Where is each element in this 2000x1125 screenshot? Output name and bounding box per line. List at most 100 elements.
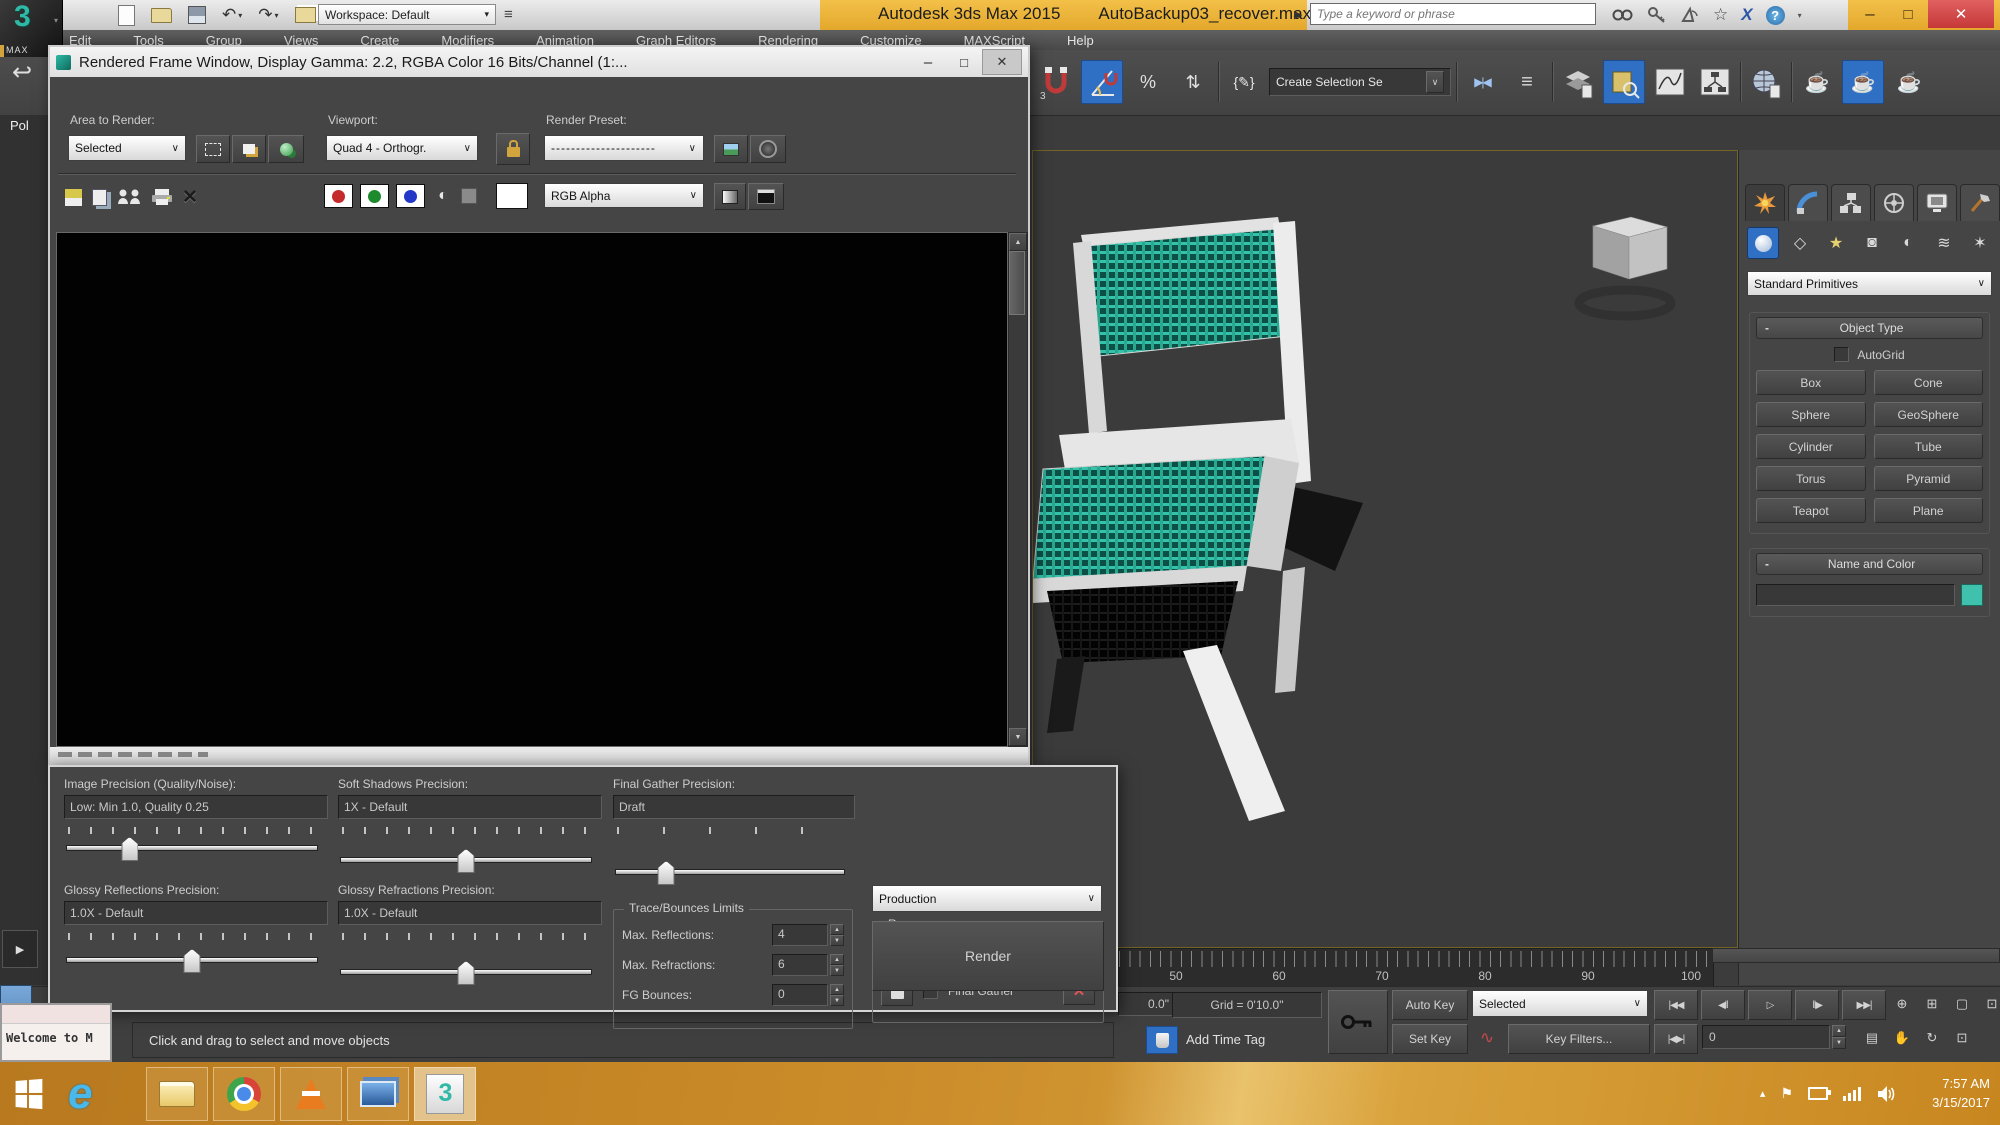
help-icon[interactable]: ? [1766,6,1785,25]
render-iterative-icon[interactable]: ☕ [1889,61,1929,103]
pan-hand-icon[interactable]: ✋ [1888,1024,1916,1052]
curve-editor-icon[interactable] [1650,61,1690,103]
viewcube[interactable] [1593,217,1667,279]
vlc-button[interactable] [280,1067,342,1121]
render-setup-button[interactable] [750,135,786,163]
communication-center-icon[interactable] [1680,6,1700,24]
restore-button[interactable]: □ [1890,0,1926,28]
redo-button[interactable]: ↷ ▾ [258,5,278,25]
go-to-end-button[interactable]: ▶▶| [1842,990,1886,1020]
scroll-down-arrow[interactable]: ▼ [1009,728,1027,746]
flyout-arrow-button[interactable]: ▶ [2,930,38,968]
current-frame-field[interactable]: 0 [1702,1025,1830,1049]
isolate-toggle-button[interactable] [1146,1026,1178,1054]
snap-toggle-icon[interactable]: 3 [1036,61,1076,103]
slider-thumb[interactable] [458,961,475,985]
undo-button[interactable]: ↶ ▾ [222,5,242,25]
file-explorer-button[interactable] [146,1067,208,1121]
infocenter-expand-icon[interactable]: ▶ [1294,8,1302,21]
spinner-up[interactable] [830,924,844,935]
layer-manager-icon[interactable] [1558,61,1598,103]
geosphere-button[interactable]: GeoSphere [1874,402,1984,427]
tab-utilities[interactable] [1960,184,2000,221]
clone-window-icon[interactable] [116,188,142,206]
name-color-rollout-header[interactable]: - Name and Color [1756,553,1983,575]
project-folder-icon[interactable] [295,7,316,23]
schematic-view-icon[interactable] [1695,61,1735,103]
zoom-extents-icon[interactable]: ⊞ [1918,990,1946,1018]
rendered-frame-window-icon[interactable]: ☕ [1797,61,1837,103]
sphere-button[interactable]: Sphere [1756,402,1866,427]
teapot-button[interactable]: Teapot [1756,498,1866,523]
key-mode-toggle-button[interactable]: |◀▶| [1654,1024,1698,1054]
pyramid-button[interactable]: Pyramid [1874,466,1984,491]
play-button[interactable]: ▷ [1748,990,1792,1020]
cylinder-button[interactable]: Cylinder [1756,434,1866,459]
max-reflections-field[interactable]: 4 [772,924,828,946]
chrome-button[interactable] [213,1067,275,1121]
slider-thumb[interactable] [184,949,201,973]
favorites-icon[interactable]: ☆ [1713,5,1728,25]
action-center-icon[interactable]: ⚑ [1780,1085,1793,1102]
render-setup-icon[interactable] [1746,61,1786,103]
rfw-minimize-button[interactable]: – [910,50,946,74]
align-icon[interactable]: ≡ [1507,61,1547,103]
slider-thumb[interactable] [458,849,475,873]
viewcube-ring[interactable] [1579,290,1671,316]
viewport[interactable] [1032,150,1738,948]
autogrid-checkbox[interactable] [1834,347,1849,362]
previous-frame-button[interactable]: ◀‖ [1701,990,1745,1020]
toolbar-back-arrow-icon[interactable]: ↩ [12,58,32,87]
set-key-button[interactable]: Set Key [1392,1024,1468,1054]
workspace-dropdown[interactable]: Workspace: Default ▾ [318,4,496,25]
cone-button[interactable]: Cone [1874,370,1984,395]
angle-snap-icon[interactable] [1081,60,1123,104]
lock-viewport-button[interactable] [496,133,530,165]
remote-desktop-button[interactable] [347,1067,409,1121]
mini-curve-editor-icon[interactable]: ▤ [1858,1024,1886,1052]
mono-channel-button[interactable]: ◐ [432,187,454,205]
spinner-down[interactable] [830,995,844,1006]
render-production-icon[interactable]: ☕ [1842,60,1884,104]
start-button[interactable] [16,1078,43,1108]
next-frame-button[interactable]: ‖▶ [1795,990,1839,1020]
maximize-viewport-icon[interactable]: ⊡ [1948,1024,1976,1052]
shapes-category-icon[interactable]: ◇ [1785,228,1815,258]
red-channel-button[interactable] [324,184,353,208]
exchange-icon[interactable]: X [1741,5,1752,25]
minimize-button[interactable]: – [1852,0,1888,28]
power-icon[interactable] [1808,1087,1828,1100]
go-to-start-button[interactable]: |◀◀ [1654,990,1698,1020]
color-correct-button[interactable] [714,183,746,210]
spinner-snap-icon[interactable]: ⇅ [1173,61,1213,103]
plane-button[interactable]: Plane [1874,498,1984,523]
workspace-menu-icon[interactable]: ≡ [504,6,513,23]
render-preset-dropdown[interactable]: --------------------- [544,135,704,161]
auto-key-button[interactable]: Auto Key [1392,990,1468,1020]
max-taskbar-button[interactable]: 3 [414,1067,476,1121]
fg-bounces-field[interactable]: 0 [772,984,828,1006]
render-button[interactable]: Render [872,921,1104,991]
viewport-dropdown[interactable]: Quad 4 - Orthogr. [326,135,478,161]
selection-set-field[interactable]: Create Selection Se ∨ [1269,68,1451,96]
scroll-thumb[interactable] [1009,251,1025,315]
channel-display-dropdown[interactable]: RGB Alpha [544,183,704,208]
save-icon[interactable] [188,6,206,24]
spinner-up[interactable] [830,954,844,965]
tube-button[interactable]: Tube [1874,434,1984,459]
search-icon[interactable] [1612,6,1634,24]
soft-shadows-slider[interactable] [340,857,592,863]
tab-display[interactable] [1917,184,1957,221]
torus-button[interactable]: Torus [1756,466,1866,491]
spinner-down[interactable] [830,965,844,976]
fov-icon[interactable]: ⊡ [1978,990,2000,1018]
spacewarps-category-icon[interactable]: ≋ [1929,228,1959,258]
blue-channel-button[interactable] [396,184,425,208]
tray-expand-icon[interactable]: ▴ [1760,1087,1766,1100]
systems-category-icon[interactable]: ✶ [1965,228,1995,258]
object-color-swatch[interactable] [1961,584,1983,606]
tray-clock[interactable]: 7:57 AM 3/15/2017 [1932,1074,1990,1112]
rfw-close-button[interactable]: ✕ [982,49,1022,75]
max-refractions-field[interactable]: 6 [772,954,828,976]
lights-category-icon[interactable]: ★ [1821,228,1851,258]
